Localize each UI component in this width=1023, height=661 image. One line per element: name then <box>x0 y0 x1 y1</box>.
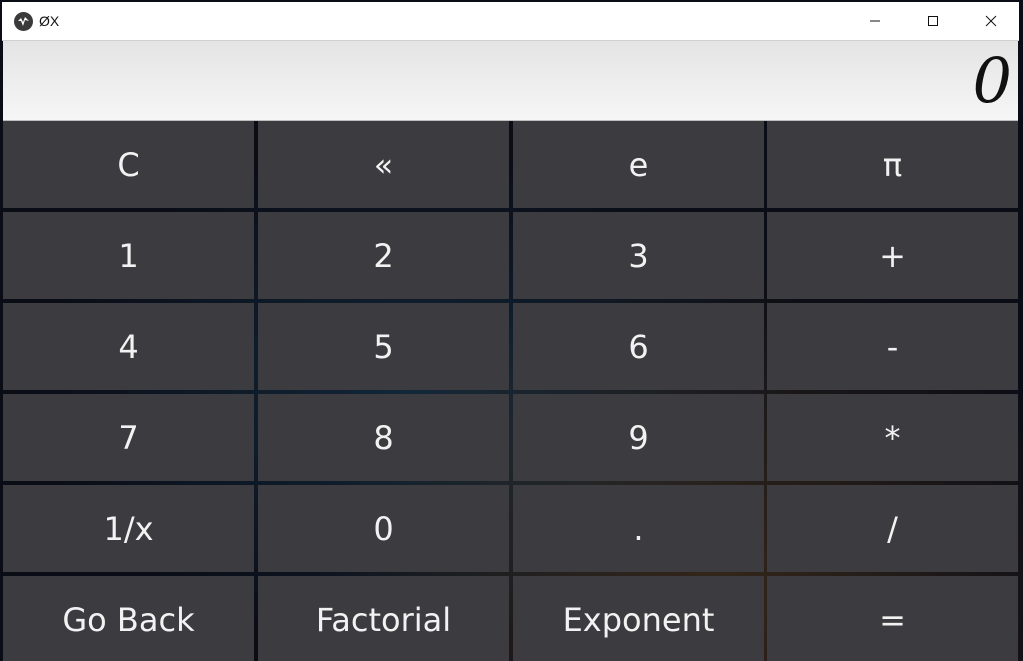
maximize-icon <box>928 16 938 26</box>
digit-1-button[interactable]: 1 <box>3 212 254 299</box>
digit-9-button[interactable]: 9 <box>513 394 764 481</box>
pi-button[interactable]: π <box>767 121 1018 208</box>
equals-button[interactable]: = <box>767 576 1018 661</box>
clear-button[interactable]: C <box>3 121 254 208</box>
digit-5-button[interactable]: 5 <box>258 303 509 390</box>
keypad: C « e π 1 2 3 + 4 5 6 - 7 8 9 * 1/x 0 . … <box>3 121 1018 661</box>
divide-button[interactable]: / <box>767 485 1018 572</box>
backspace-button[interactable]: « <box>258 121 509 208</box>
digit-6-button[interactable]: 6 <box>513 303 764 390</box>
digit-3-button[interactable]: 3 <box>513 212 764 299</box>
result-display: 0 <box>3 41 1018 121</box>
digit-4-button[interactable]: 4 <box>3 303 254 390</box>
digit-8-button[interactable]: 8 <box>258 394 509 481</box>
window-title: ØX <box>39 13 60 29</box>
minimize-icon <box>870 20 880 22</box>
digit-2-button[interactable]: 2 <box>258 212 509 299</box>
factorial-button[interactable]: Factorial <box>258 576 509 661</box>
digit-7-button[interactable]: 7 <box>3 394 254 481</box>
exponent-button[interactable]: Exponent <box>513 576 764 661</box>
add-button[interactable]: + <box>767 212 1018 299</box>
app-logo-icon <box>14 12 33 31</box>
close-button[interactable] <box>962 2 1020 40</box>
maximize-button[interactable] <box>904 2 962 40</box>
go-back-button[interactable]: Go Back <box>3 576 254 661</box>
decimal-point-button[interactable]: . <box>513 485 764 572</box>
multiply-button[interactable]: * <box>767 394 1018 481</box>
display-value: 0 <box>972 44 1012 117</box>
euler-constant-button[interactable]: e <box>513 121 764 208</box>
subtract-button[interactable]: - <box>767 303 1018 390</box>
title-bar[interactable]: ØX <box>2 2 1019 41</box>
minimize-button[interactable] <box>846 2 904 40</box>
digit-0-button[interactable]: 0 <box>258 485 509 572</box>
calculator-window: ØX 0 C « e π 1 2 3 + 4 5 6 - 7 8 9 * 1/x… <box>0 0 1023 661</box>
reciprocal-button[interactable]: 1/x <box>3 485 254 572</box>
close-icon <box>985 15 997 27</box>
